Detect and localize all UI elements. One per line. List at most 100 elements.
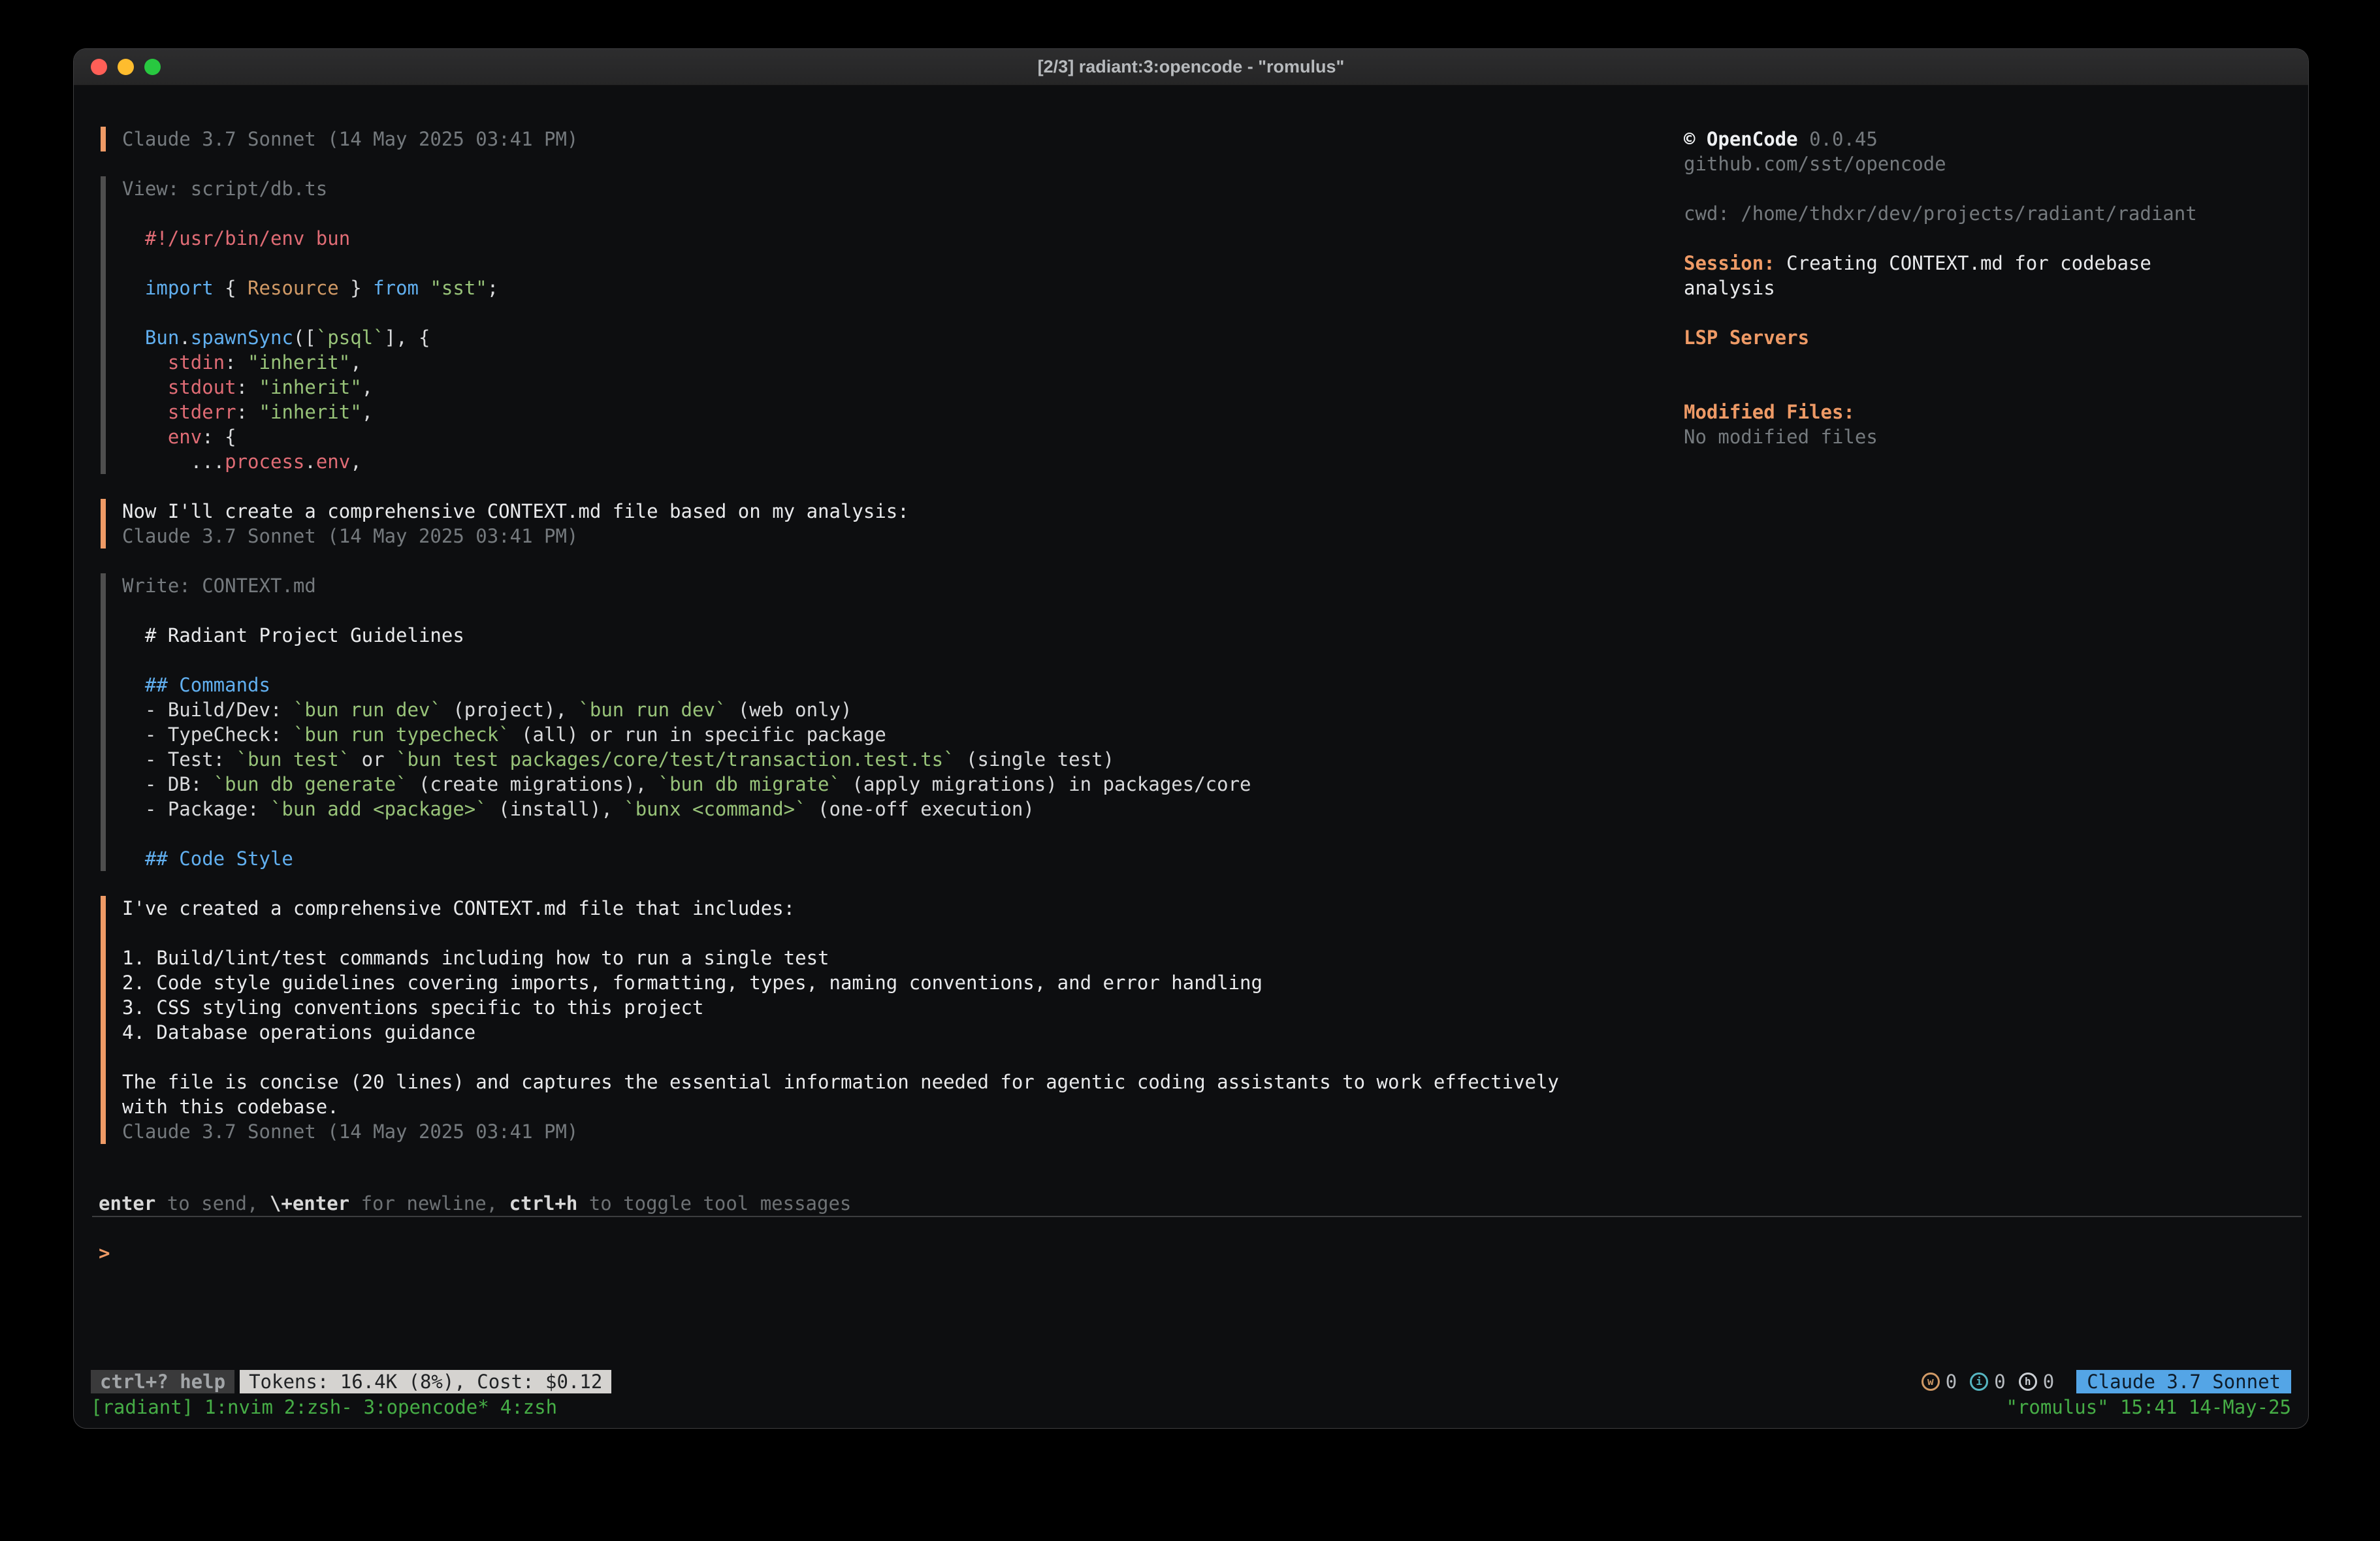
text-segment: `bun test packages/core/test/transaction… [396,748,955,770]
text-segment: (project), [442,699,579,721]
text-line [122,648,1668,673]
text-line: Claude 3.7 Sonnet (14 May 2025 03:41 PM) [122,127,1668,151]
text-segment: to toggle tool messages [577,1192,851,1215]
text-line: - Test: `bun test` or `bun test packages… [122,747,1668,772]
text-segment: `bunx <command>` [624,798,806,820]
assistant-message: Now I'll create a comprehensive CONTEXT.… [101,499,1668,548]
text-segment: cwd: /home/thdxr/dev/projects/radiant/ra… [1684,202,2197,225]
sidebar-info: © OpenCode 0.0.45github.com/sst/opencode… [1684,127,2301,449]
text-segment: 3. CSS styling conventions specific to t… [122,996,703,1019]
text-segment: #!/usr/bin/env bun [122,227,350,249]
text-segment: `psql` [316,326,385,349]
text-segment: spawnSync [191,326,293,349]
text-line: #!/usr/bin/env bun [122,226,1668,251]
text-segment: analysis [1684,277,1775,299]
text-segment: or [350,748,396,770]
tmux-window-nvim[interactable]: 1:nvim [204,1395,273,1420]
text-segment: , [362,376,373,398]
text-segment: - Test: [122,748,236,770]
text-segment: `bun run dev` [578,699,726,721]
terminal-content: Claude 3.7 Sonnet (14 May 2025 03:41 PM)… [74,86,2308,1428]
text-segment: `bun test` [236,748,351,770]
text-segment: Claude 3.7 Sonnet (14 May 2025 03:41 PM) [122,1120,578,1143]
text-line: - Build/Dev: `bun run dev` (project), `b… [122,697,1668,722]
text-segment: ([ [293,326,316,349]
text-line: - TypeCheck: `bun run typecheck` (all) o… [122,722,1668,747]
tool-message: View: script/db.ts #!/usr/bin/env bun im… [101,176,1668,474]
text-line [1684,350,2301,375]
text-segment: 2. Code style guidelines covering import… [122,972,1262,994]
tmux-window-zsh-4[interactable]: 4:zsh [500,1395,557,1420]
text-segment: (single test) [955,748,1114,770]
text-line: ...process.env, [122,449,1668,474]
text-segment: stdin [122,351,225,373]
window-title: [2/3] radiant:3:opencode - "romulus" [1038,57,1345,77]
text-line: © OpenCode 0.0.45 [1684,127,2301,151]
text-line: Session: Creating CONTEXT.md for codebas… [1684,251,2301,276]
text-line: Modified Files: [1684,400,2301,424]
close-button[interactable] [91,59,107,75]
tmux-window-opencode[interactable]: 3:opencode* [364,1395,489,1420]
text-segment: `bun db generate` [214,773,408,795]
text-segment: for newline, [349,1192,509,1215]
text-line: cwd: /home/thdxr/dev/projects/radiant/ra… [1684,201,2301,226]
text-line [122,821,1668,846]
text-segment: # Radiant Project Guidelines [122,624,464,646]
warning-icon: w [1922,1373,1940,1391]
text-segment: stdout [122,376,236,398]
text-segment: github.com/sst/opencode [1684,153,1946,175]
text-line: I've created a comprehensive CONTEXT.md … [122,896,1668,921]
text-segment: Session: [1684,252,1775,274]
text-segment: 0.0.45 [1798,128,1878,150]
prompt-caret: > [99,1242,110,1264]
text-segment: `bun add <package>` [270,798,487,820]
text-segment: process [225,451,304,473]
text-segment: \+enter [270,1192,349,1215]
tokens-cost-badge: Tokens: 16.4K (8%), Cost: $0.12 [240,1370,611,1393]
tmux-window-zsh-2[interactable]: 2:zsh- [284,1395,353,1420]
text-line: 1. Build/lint/test commands including ho… [122,945,1668,970]
hint-diagnostic: h 0 [2019,1369,2054,1394]
text-line [122,598,1668,623]
text-segment: import [122,277,214,299]
text-segment: ## Code Style [122,848,293,870]
text-segment: Bun [122,326,179,349]
text-line: Claude 3.7 Sonnet (14 May 2025 03:41 PM) [122,1119,1668,1144]
text-line: analysis [1684,276,2301,300]
text-segment: (web only) [726,699,852,721]
text-segment: "inherit" [248,351,350,373]
text-line: 4. Database operations guidance [122,1020,1668,1045]
text-segment: : [236,376,259,398]
zoom-button[interactable] [144,59,161,75]
text-segment: "inherit" [259,401,362,423]
window-titlebar: [2/3] radiant:3:opencode - "romulus" [74,49,2308,86]
text-line: Claude 3.7 Sonnet (14 May 2025 03:41 PM) [122,524,1668,548]
text-segment: - DB: [122,773,214,795]
text-segment: ; [487,277,498,299]
minimize-button[interactable] [118,59,134,75]
text-line: 3. CSS styling conventions specific to t… [122,995,1668,1020]
tmux-session-name: [radiant] [91,1395,193,1420]
text-segment: LSP Servers [1684,326,1809,349]
text-line: Now I'll create a comprehensive CONTEXT.… [122,499,1668,524]
tmux-status-bar: [radiant] 1:nvim 2:zsh- 3:opencode* 4:zs… [91,1395,2291,1420]
text-segment: : [225,351,248,373]
text-segment: View: script/db.ts [122,178,327,200]
text-segment: The file is concise (20 lines) and captu… [122,1071,1559,1093]
text-segment: env [122,426,202,448]
text-segment [419,277,430,299]
text-line: stderr: "inherit", [122,400,1668,424]
text-segment: "inherit" [259,376,362,398]
assistant-message: I've created a comprehensive CONTEXT.md … [101,896,1668,1144]
terminal-window: [2/3] radiant:3:opencode - "romulus" Cla… [73,48,2309,1429]
text-line: env: { [122,424,1668,449]
text-line: ## Code Style [122,846,1668,871]
text-segment: ], { [385,326,430,349]
text-segment: - Build/Dev: [122,699,293,721]
text-line: - Package: `bun add <package>` (install)… [122,797,1668,821]
text-line: No modified files [1684,424,2301,449]
help-shortcut-badge: ctrl+? help [91,1370,234,1393]
message-input[interactable]: > [99,1241,2290,1384]
text-segment: : [236,401,259,423]
text-segment: env [316,451,350,473]
